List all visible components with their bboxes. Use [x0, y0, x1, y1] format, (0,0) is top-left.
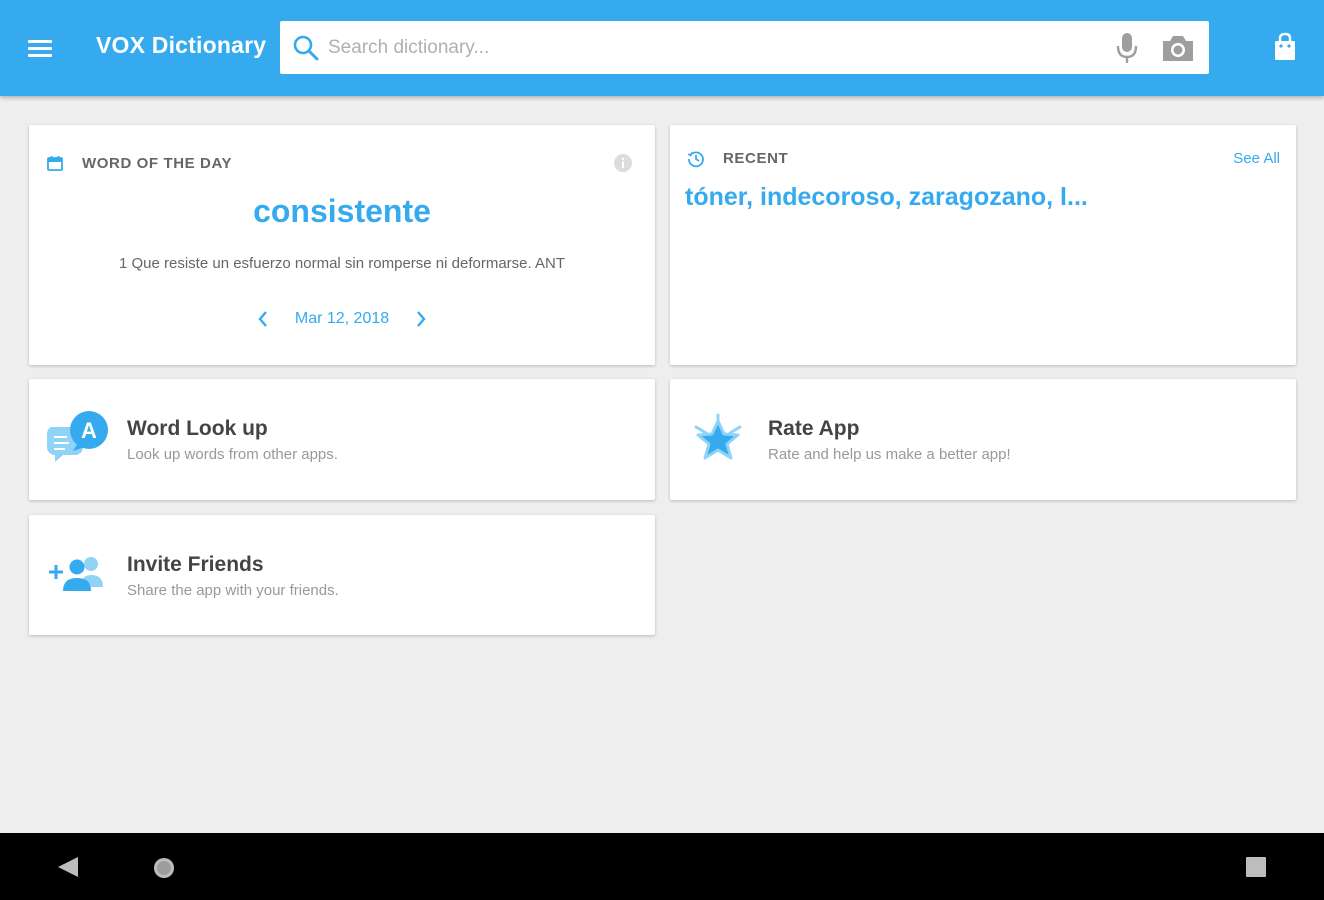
word-of-the-day-date: Mar 12, 2018: [294, 310, 390, 327]
shopping-bag-icon[interactable]: [1272, 32, 1298, 62]
word-lookup-card[interactable]: A Word Look up Look up words from other …: [29, 379, 655, 500]
see-all-link[interactable]: See All: [1233, 150, 1280, 167]
menu-button[interactable]: [28, 30, 60, 66]
hamburger-icon: [28, 39, 52, 43]
chevron-right-icon: [417, 311, 426, 327]
history-icon: [687, 151, 704, 168]
add-friends-icon: [49, 557, 103, 591]
next-day-button[interactable]: [411, 308, 431, 330]
calendar-icon: [47, 156, 63, 171]
rate-app-card[interactable]: Rate App Rate and help us make a better …: [670, 379, 1296, 500]
invite-friends-subtitle: Share the app with your friends.: [127, 582, 339, 599]
home-icon[interactable]: [152, 856, 176, 880]
back-icon[interactable]: [56, 855, 80, 879]
recent-card: RECENT See All tóner, indecoroso, zarago…: [670, 125, 1296, 365]
app-title: VOX Dictionary: [96, 32, 267, 58]
chevron-left-icon: [258, 311, 267, 327]
info-icon[interactable]: [613, 153, 633, 173]
svg-text:A: A: [81, 418, 97, 443]
recent-label: RECENT: [723, 150, 789, 167]
recents-icon[interactable]: [1245, 856, 1267, 878]
word-lookup-subtitle: Look up words from other apps.: [127, 446, 338, 463]
search-input[interactable]: [328, 32, 1088, 64]
system-navigation-bar: [0, 833, 1324, 900]
word-of-the-day-card: WORD OF THE DAY consistente 1 Que resist…: [29, 125, 655, 365]
previous-day-button[interactable]: [253, 308, 273, 330]
app-bar: VOX Dictionary: [0, 0, 1324, 96]
date-navigator: Mar 12, 2018: [29, 308, 655, 330]
camera-icon[interactable]: [1160, 32, 1196, 64]
search-box[interactable]: [280, 21, 1209, 74]
invite-friends-card[interactable]: Invite Friends Share the app with your f…: [29, 515, 655, 635]
search-icon: [293, 35, 319, 61]
word-of-the-day-label: WORD OF THE DAY: [82, 155, 233, 172]
microphone-icon[interactable]: [1114, 31, 1140, 65]
rate-app-subtitle: Rate and help us make a better app!: [768, 446, 1011, 463]
recent-words[interactable]: tóner, indecoroso, zaragozano, l...: [685, 183, 1088, 212]
star-icon: [694, 413, 742, 460]
invite-friends-title: Invite Friends: [127, 553, 264, 576]
word-of-the-day-word[interactable]: consistente: [29, 193, 655, 230]
word-lookup-icon: A: [46, 411, 108, 462]
word-lookup-title: Word Look up: [127, 417, 268, 440]
rate-app-title: Rate App: [768, 417, 860, 440]
word-of-the-day-definition: 1 Que resiste un esfuerzo normal sin rom…: [118, 255, 566, 272]
